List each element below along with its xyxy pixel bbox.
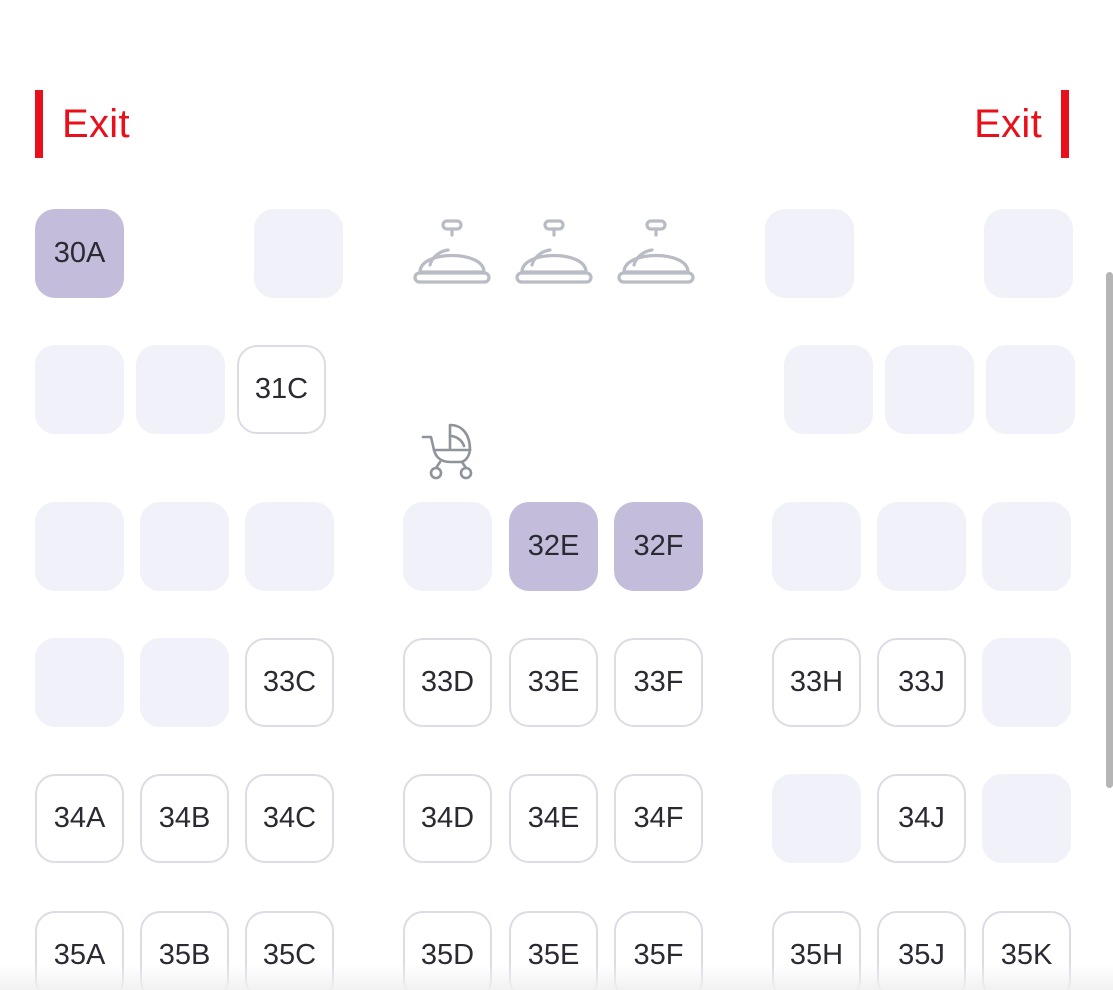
seat-34J[interactable]: 34J bbox=[877, 774, 966, 863]
seat-unavailable bbox=[35, 345, 124, 434]
seat-unavailable bbox=[982, 638, 1071, 727]
seat-unavailable bbox=[772, 502, 861, 591]
exit-left: Exit bbox=[35, 90, 130, 158]
seat-unavailable bbox=[254, 209, 343, 298]
seat-unavailable bbox=[140, 638, 229, 727]
seat-33E[interactable]: 33E bbox=[509, 638, 598, 727]
seat-34A[interactable]: 34A bbox=[35, 774, 124, 863]
scrollbar-thumb[interactable] bbox=[1106, 272, 1113, 788]
bottom-fade bbox=[0, 964, 1113, 990]
baby-stroller-icon bbox=[421, 423, 473, 480]
seat-unavailable bbox=[982, 774, 1071, 863]
exit-right: Exit bbox=[974, 90, 1069, 158]
seat-34B[interactable]: 34B bbox=[140, 774, 229, 863]
seat-unavailable bbox=[140, 502, 229, 591]
serving-cloche-icon bbox=[413, 219, 491, 284]
seat-34F[interactable]: 34F bbox=[614, 774, 703, 863]
seat-unavailable bbox=[877, 502, 966, 591]
seat-unavailable bbox=[35, 502, 124, 591]
serving-cloche-icon bbox=[515, 219, 593, 284]
serving-cloche-icon bbox=[617, 219, 695, 284]
seat-unavailable bbox=[982, 502, 1071, 591]
seat-unavailable bbox=[35, 638, 124, 727]
seat-unavailable bbox=[784, 345, 873, 434]
exit-label: Exit bbox=[974, 101, 1042, 146]
seat-33C[interactable]: 33C bbox=[245, 638, 334, 727]
seat-32F[interactable]: 32F bbox=[614, 502, 703, 591]
seat-33H[interactable]: 33H bbox=[772, 638, 861, 727]
seat-unavailable bbox=[765, 209, 854, 298]
seat-33J[interactable]: 33J bbox=[877, 638, 966, 727]
seat-30A[interactable]: 30A bbox=[35, 209, 124, 298]
seat-34C[interactable]: 34C bbox=[245, 774, 334, 863]
seat-34E[interactable]: 34E bbox=[509, 774, 598, 863]
seat-unavailable bbox=[136, 345, 225, 434]
seat-32E[interactable]: 32E bbox=[509, 502, 598, 591]
seat-unavailable bbox=[986, 345, 1075, 434]
seat-33D[interactable]: 33D bbox=[403, 638, 492, 727]
seat-unavailable bbox=[245, 502, 334, 591]
seat-unavailable bbox=[403, 502, 492, 591]
exit-marker-bar bbox=[35, 90, 43, 158]
seat-map: Exit Exit 30A 31C 32E 32F 33C 33D 33E 33… bbox=[0, 0, 1113, 990]
seat-unavailable bbox=[984, 209, 1073, 298]
seat-unavailable bbox=[772, 774, 861, 863]
seat-unavailable bbox=[885, 345, 974, 434]
seat-34D[interactable]: 34D bbox=[403, 774, 492, 863]
seat-31C[interactable]: 31C bbox=[237, 345, 326, 434]
seat-33F[interactable]: 33F bbox=[614, 638, 703, 727]
exit-marker-bar bbox=[1061, 90, 1069, 158]
exit-label: Exit bbox=[62, 101, 130, 146]
